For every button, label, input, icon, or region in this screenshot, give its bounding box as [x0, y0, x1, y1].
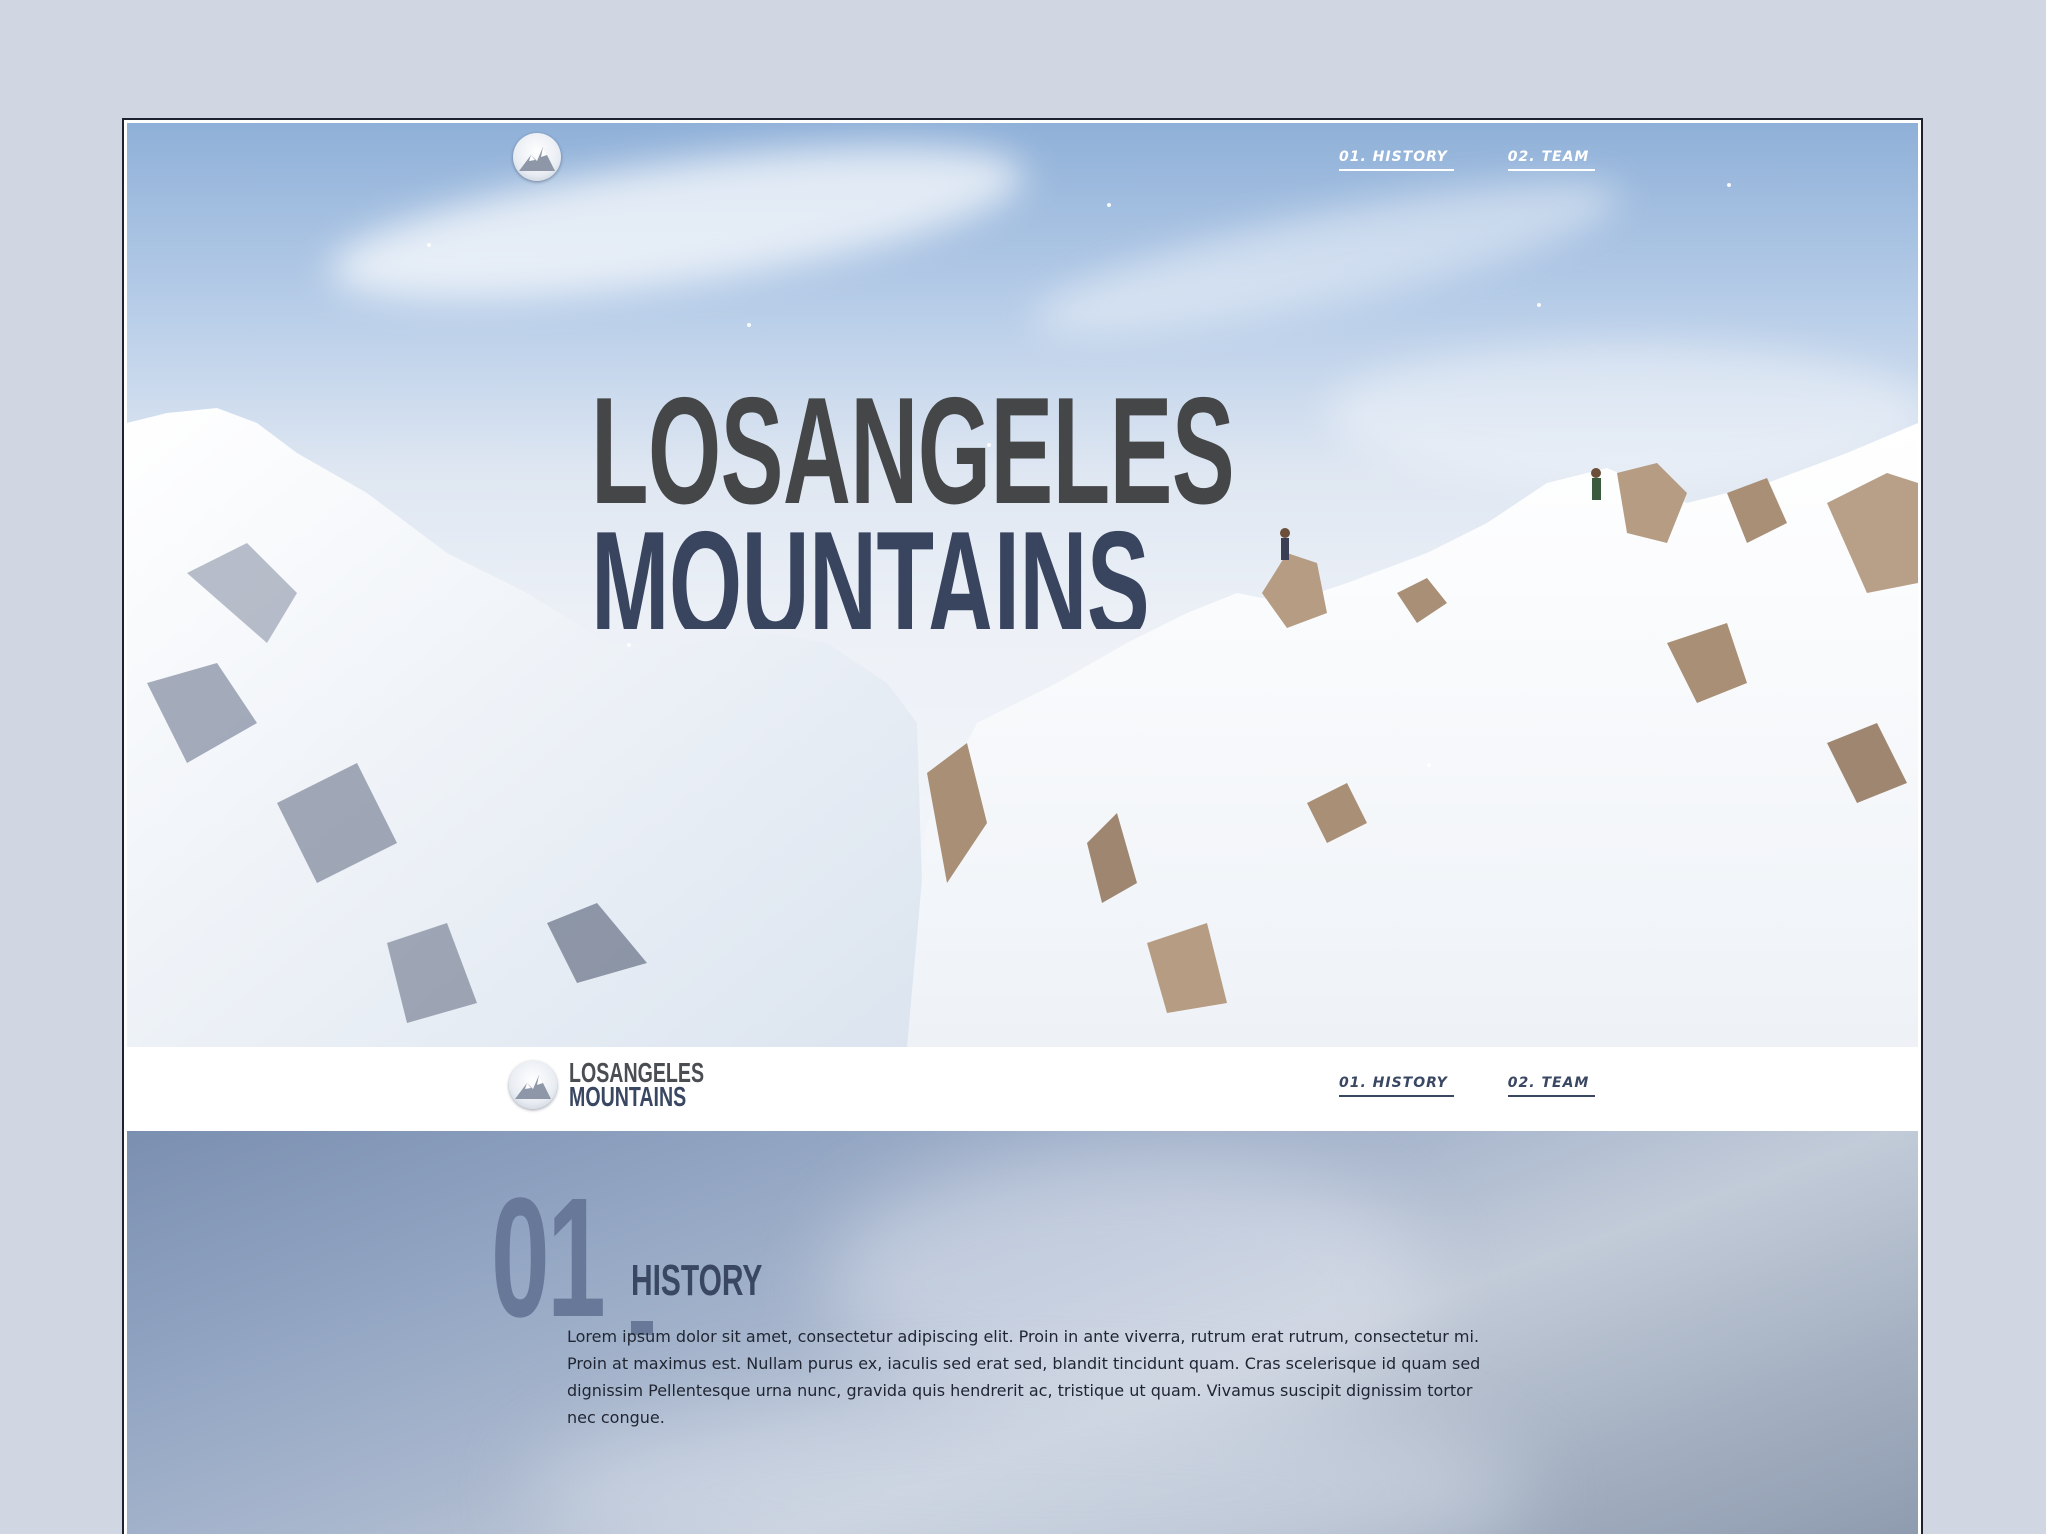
nav-link-history[interactable]: 01. HISTORY [1339, 1075, 1454, 1097]
nav-link-team[interactable]: 02. TEAM [1507, 149, 1596, 171]
browser-frame: 01. HISTORY 02. TEAM LOSANGELES MOUNTAIN… [122, 118, 1923, 1534]
nav-link-team[interactable]: 02. TEAM [1507, 1075, 1596, 1097]
section-title: HISTORY [631, 1256, 763, 1305]
hero-title-line2-clip: MOUNTAINS [591, 509, 1291, 629]
hero-title-line1: LOSANGELES [591, 366, 1235, 536]
mountain-logo-icon [515, 1075, 551, 1099]
logo-icon[interactable] [513, 133, 561, 181]
logo-icon [509, 1061, 557, 1109]
hero-title: LOSANGELES MOUNTAINS [591, 366, 1311, 629]
nav-link-history[interactable]: 01. HISTORY [1339, 149, 1454, 171]
history-section: 01 HISTORY Lorem ipsum dolor sit amet, c… [127, 1131, 1918, 1534]
section-number: 01 [491, 1163, 606, 1353]
header-nav: 01. HISTORY 02. TEAM [1339, 1075, 1596, 1097]
page-viewport: 01. HISTORY 02. TEAM LOSANGELES MOUNTAIN… [127, 123, 1918, 1534]
sticky-header: LOSANGELES MOUNTAINS 01. HISTORY 02. TEA… [127, 1047, 1918, 1131]
logo-text-line2: MOUNTAINS [569, 1081, 687, 1112]
hero-nav: 01. HISTORY 02. TEAM [1339, 149, 1596, 171]
mountain-logo-icon [519, 147, 555, 171]
section-body: Lorem ipsum dolor sit amet, consectetur … [567, 1327, 1481, 1427]
header-logo[interactable]: LOSANGELES MOUNTAINS [509, 1059, 762, 1112]
logo-wordmark: LOSANGELES MOUNTAINS [569, 1059, 762, 1112]
hero-section: 01. HISTORY 02. TEAM LOSANGELES MOUNTAIN… [127, 123, 1918, 1047]
hero-title-line2: MOUNTAINS [591, 509, 1150, 629]
